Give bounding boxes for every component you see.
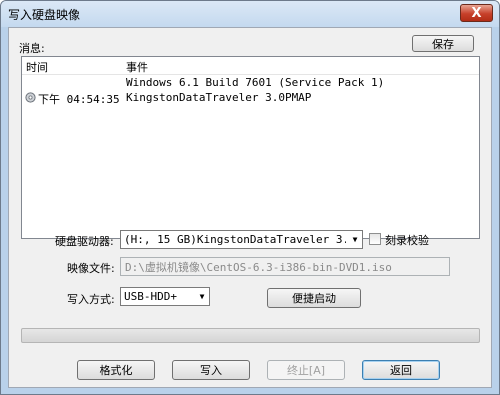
chevron-down-icon: ▼ [199, 292, 205, 301]
stop-button[interactable]: 终止[A] [267, 360, 345, 380]
event-cell: KingstonDataTraveler 3.0PMAP [126, 91, 312, 104]
message-label: 消息: [19, 42, 45, 55]
time-cell: 下午 04:54:35 [38, 93, 120, 106]
list-header: 时间 事件 [22, 57, 479, 75]
column-header-time[interactable]: 时间 [26, 59, 48, 75]
close-button[interactable]: X [460, 4, 493, 22]
write-progress-bar [21, 328, 480, 343]
close-icon: X [471, 6, 482, 21]
back-button[interactable]: 返回 [362, 360, 440, 380]
write-method-select[interactable]: USB-HDD+ ▼ [120, 287, 210, 306]
image-file-input[interactable] [121, 258, 449, 275]
window-title: 写入硬盘映像 [8, 8, 81, 22]
list-item[interactable]: Windows 6.1 Build 7601 (Service Pack 1) [22, 76, 479, 90]
save-button[interactable]: 保存 [412, 35, 474, 52]
image-file-field[interactable] [120, 257, 450, 276]
write-method-label: 写入方式: [67, 293, 115, 306]
quick-boot-button[interactable]: 便捷启动 [267, 288, 361, 308]
dialog-client-area: 消息: 保存 时间 事件 Windows 6.1 Build 7601 (Ser… [8, 27, 492, 388]
column-header-event[interactable]: 事件 [126, 59, 148, 75]
drive-select[interactable]: (H:, 15 GB)KingstonDataTraveler 3.0PMAP … [120, 230, 363, 249]
write-button[interactable]: 写入 [172, 360, 250, 380]
drive-select-value: (H:, 15 GB)KingstonDataTraveler 3.0PMAP [124, 233, 346, 246]
event-cell: Windows 6.1 Build 7601 (Service Pack 1) [126, 76, 385, 89]
list-item[interactable]: 下午 04:54:35 KingstonDataTraveler 3.0PMAP [22, 91, 479, 106]
image-file-label: 映像文件: [67, 262, 115, 275]
format-button[interactable]: 格式化 [77, 360, 155, 380]
drive-label: 硬盘驱动器: [55, 235, 114, 248]
chevron-down-icon: ▼ [352, 235, 358, 244]
verify-checkbox[interactable] [369, 233, 381, 245]
dialog-window: 写入硬盘映像 X 消息: 保存 时间 事件 Windows 6.1 Build … [0, 0, 500, 395]
log-list[interactable]: 时间 事件 Windows 6.1 Build 7601 (Service Pa… [21, 56, 480, 239]
disk-icon [25, 92, 36, 106]
write-method-value: USB-HDD+ [124, 290, 177, 303]
verify-label[interactable]: 刻录校验 [385, 232, 429, 248]
title-bar[interactable]: 写入硬盘映像 X [1, 1, 499, 27]
